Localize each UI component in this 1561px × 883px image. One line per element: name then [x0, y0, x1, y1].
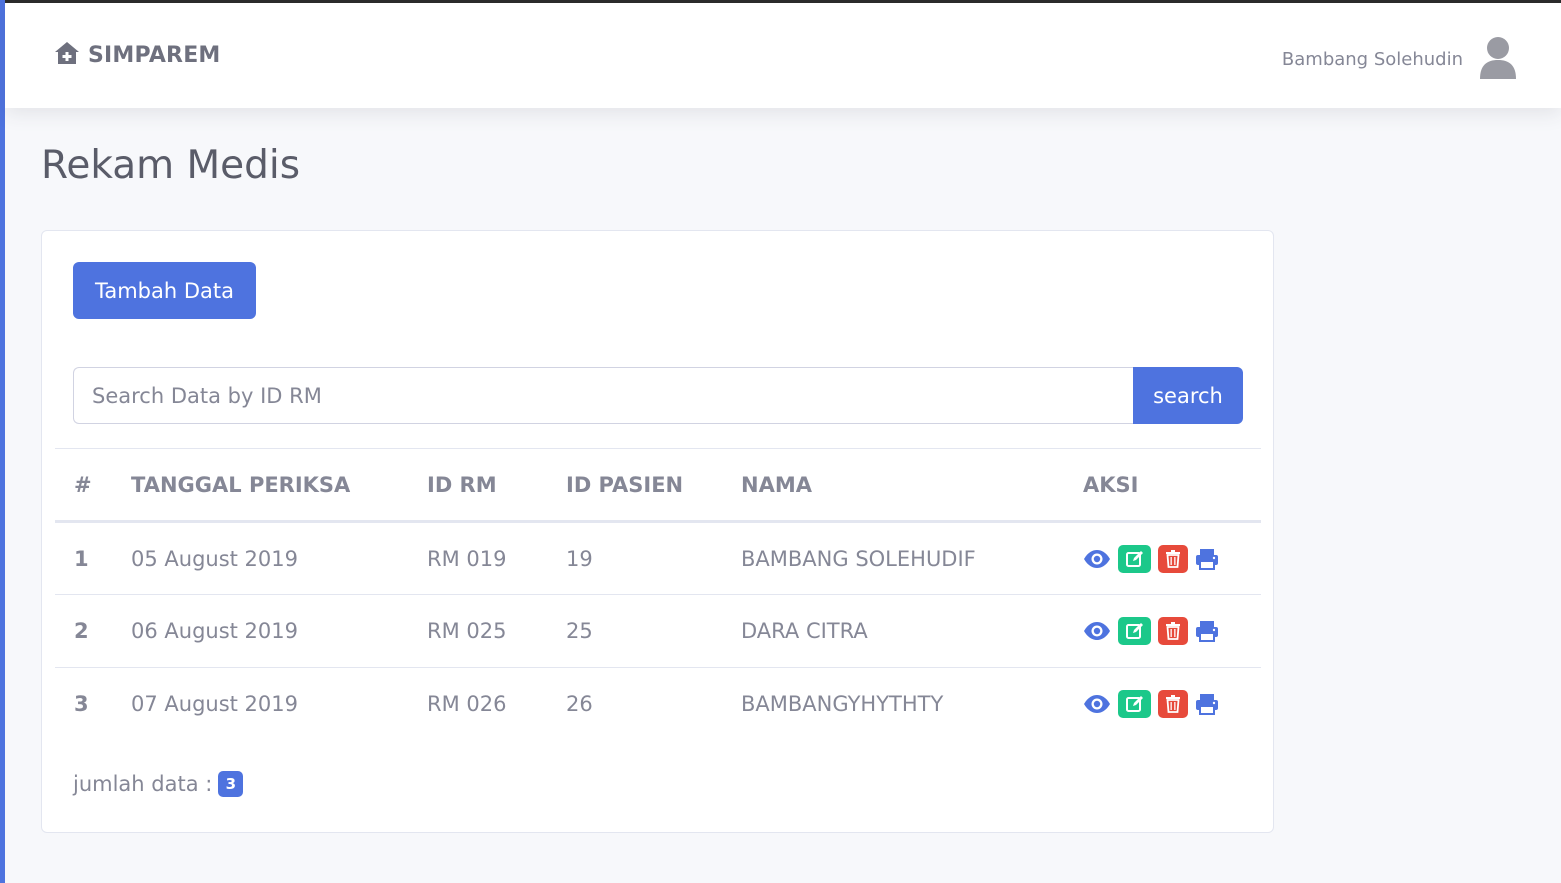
print-button[interactable] — [1195, 620, 1219, 642]
cell-id-pasien: 25 — [547, 594, 722, 668]
edit-button[interactable] — [1118, 544, 1151, 573]
cell-date: 07 August 2019 — [131, 692, 299, 717]
cell-actions — [1064, 594, 1261, 668]
cell-nama: DARA CITRA — [722, 594, 1064, 668]
trash-icon — [1166, 695, 1180, 714]
cell-number: 3 — [74, 692, 89, 717]
edit-icon — [1125, 623, 1143, 639]
cell-id-pasien: 19 — [547, 521, 722, 595]
col-number: # — [55, 448, 112, 523]
edit-button[interactable] — [1118, 690, 1151, 719]
record-count: jumlah data : 3 — [73, 771, 244, 797]
delete-button[interactable] — [1158, 690, 1188, 719]
eye-icon — [1084, 695, 1110, 714]
search-button[interactable]: search — [1133, 367, 1243, 424]
add-data-button[interactable]: Tambah Data — [73, 262, 256, 319]
col-id-pasien: ID PASIEN — [547, 448, 722, 523]
search-input[interactable] — [73, 367, 1133, 424]
cell-id-rm: RM 019 — [408, 521, 547, 595]
topbar: SIMPAREM Bambang Solehudin — [5, 3, 1561, 108]
view-button[interactable] — [1083, 694, 1111, 714]
sidebar-edge — [0, 0, 5, 883]
delete-button[interactable] — [1158, 544, 1188, 573]
print-button[interactable] — [1195, 693, 1219, 716]
table-row: 1 05 August 2019 RM 019 19 BAMBANG SOLEH… — [55, 521, 1261, 595]
edit-icon — [1125, 696, 1143, 713]
record-count-label: jumlah data : — [73, 772, 213, 796]
trash-icon — [1166, 622, 1180, 640]
user-menu[interactable]: Bambang Solehudin — [1282, 35, 1517, 83]
eye-icon — [1084, 622, 1110, 640]
cell-id-rm: RM 026 — [427, 692, 507, 717]
col-id-rm: ID RM — [408, 448, 547, 523]
print-button[interactable] — [1195, 548, 1219, 570]
edit-button[interactable] — [1118, 617, 1151, 645]
record-count-badge: 3 — [218, 771, 244, 797]
cell-nama: BAMBANGYHYTHTY — [741, 692, 944, 717]
table-row: 3 07 August 2019 RM 026 26 BAMBANGYHYTHT… — [55, 668, 1261, 741]
cell-number: 1 — [55, 521, 112, 595]
table-header-row: # TANGGAL PERIKSA ID RM ID PASIEN NAMA A… — [55, 448, 1261, 523]
col-nama: NAMA — [722, 448, 1064, 523]
print-icon — [1196, 621, 1218, 642]
table-row: 2 06 August 2019 RM 025 25 DARA CITRA — [55, 594, 1261, 668]
cell-date: 05 August 2019 — [112, 521, 408, 595]
delete-button[interactable] — [1158, 617, 1188, 645]
cell-id-rm: RM 025 — [408, 594, 547, 668]
print-icon — [1196, 548, 1218, 570]
brand-name: SIMPAREM — [88, 42, 221, 68]
view-button[interactable] — [1083, 621, 1111, 641]
records-card: Tambah Data search # TANGGAL PERIKSA ID … — [41, 230, 1274, 833]
user-name: Bambang Solehudin — [1281, 48, 1463, 70]
user-avatar-icon — [1479, 35, 1517, 83]
search-bar: search — [73, 367, 1243, 424]
edit-icon — [1125, 550, 1143, 567]
col-date: TANGGAL PERIKSA — [112, 448, 408, 523]
cell-date: 06 August 2019 — [112, 594, 408, 668]
cell-actions — [1064, 521, 1261, 595]
cell-actions — [1064, 668, 1261, 741]
cell-nama: BAMBANG SOLEHUDIF — [722, 521, 1064, 595]
eye-icon — [1084, 549, 1110, 568]
col-aksi: AKSI — [1064, 448, 1261, 523]
cell-id-pasien: 26 — [566, 692, 593, 717]
page-title: Rekam Medis — [41, 143, 301, 188]
brand-link[interactable]: SIMPAREM — [54, 41, 221, 69]
view-button[interactable] — [1083, 549, 1111, 569]
records-table: # TANGGAL PERIKSA ID RM ID PASIEN NAMA A… — [55, 448, 1261, 741]
trash-icon — [1166, 549, 1180, 568]
print-icon — [1196, 694, 1218, 716]
home-plus-icon — [54, 41, 80, 69]
cell-number: 2 — [55, 594, 112, 668]
